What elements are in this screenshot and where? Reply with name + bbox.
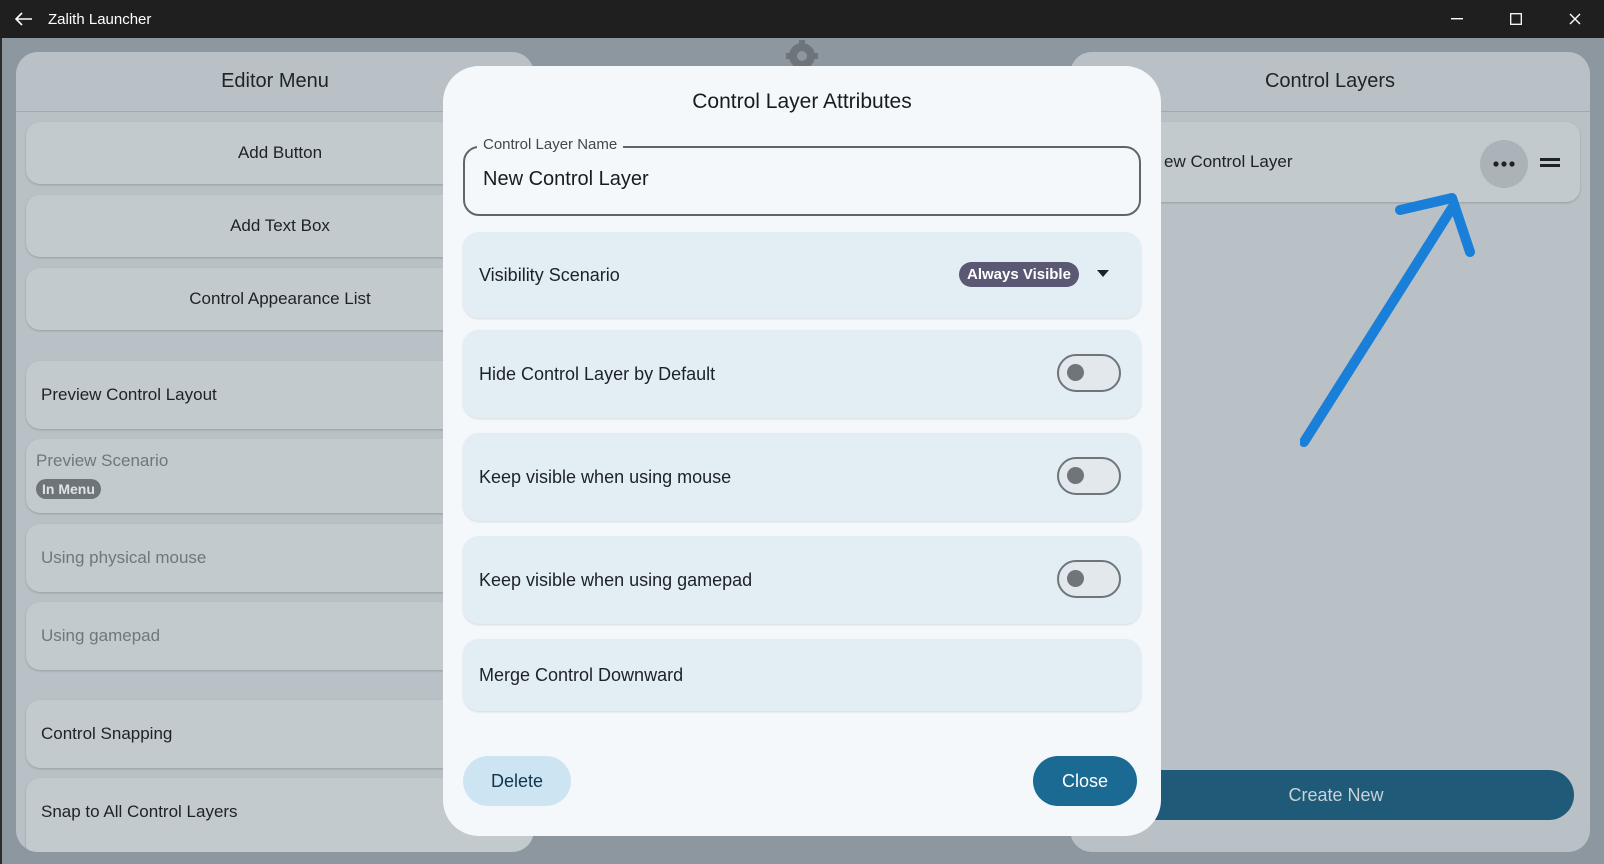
keep-visible-gamepad-label: Keep visible when using gamepad bbox=[479, 570, 753, 590]
merge-control-downward-row[interactable]: Merge Control Downward bbox=[463, 639, 1141, 711]
keep-visible-mouse-row[interactable]: Keep visible when using mouse bbox=[463, 433, 1141, 521]
add-button-label: Add Button bbox=[237, 143, 323, 162]
hide-by-default-switch[interactable] bbox=[1057, 354, 1121, 392]
control-layer-name-label: Control Layer Name bbox=[477, 136, 624, 153]
maximize-icon[interactable] bbox=[1486, 0, 1545, 38]
switch-knob bbox=[1067, 570, 1084, 587]
keep-visible-gamepad-switch[interactable] bbox=[1057, 560, 1121, 598]
snap-to-all-layers-label: Snap to All Control Layers bbox=[41, 802, 238, 821]
window-edge bbox=[0, 38, 2, 864]
hide-by-default-label: Hide Control Layer by Default bbox=[479, 364, 716, 384]
keep-visible-mouse-label: Keep visible when using mouse bbox=[479, 467, 732, 487]
switch-knob bbox=[1067, 467, 1084, 484]
control-layer-label: ew Control Layer bbox=[1164, 152, 1293, 171]
chevron-down-icon[interactable] bbox=[1097, 270, 1109, 277]
keep-visible-gamepad-row[interactable]: Keep visible when using gamepad bbox=[463, 536, 1141, 624]
preview-scenario-label: Preview Scenario bbox=[36, 451, 169, 470]
merge-control-downward-label: Merge Control Downward bbox=[479, 665, 684, 685]
create-new-label: Create New bbox=[1288, 784, 1384, 805]
keep-visible-mouse-switch[interactable] bbox=[1057, 457, 1121, 495]
delete-label: Delete bbox=[490, 770, 544, 791]
preview-scenario-chip: In Menu bbox=[36, 479, 101, 499]
visibility-scenario-label: Visibility Scenario bbox=[479, 265, 620, 285]
control-layer-name-field[interactable]: Control Layer Name bbox=[463, 136, 1141, 216]
drag-handle-icon[interactable] bbox=[1540, 156, 1560, 168]
control-snapping-label: Control Snapping bbox=[41, 724, 173, 743]
switch-knob bbox=[1067, 364, 1084, 381]
close-icon[interactable] bbox=[1545, 0, 1604, 38]
preview-control-layout-label: Preview Control Layout bbox=[41, 385, 217, 404]
visibility-scenario-chip: Always Visible bbox=[959, 262, 1079, 287]
using-physical-mouse-label: Using physical mouse bbox=[41, 548, 207, 567]
control-layer-name-input[interactable] bbox=[483, 168, 1083, 191]
visibility-scenario-row[interactable]: Visibility Scenario Always Visible bbox=[463, 232, 1141, 318]
control-appearance-list-label: Control Appearance List bbox=[189, 289, 371, 308]
close-label: Close bbox=[1061, 770, 1109, 791]
window-title: Zalith Launcher bbox=[48, 10, 152, 28]
dialog-title: Control Layer Attributes bbox=[692, 90, 912, 113]
create-new-button[interactable]: Create New bbox=[1098, 770, 1574, 820]
hide-by-default-row[interactable]: Hide Control Layer by Default bbox=[463, 330, 1141, 418]
using-gamepad-label: Using gamepad bbox=[41, 626, 161, 645]
back-arrow-icon[interactable] bbox=[0, 0, 48, 38]
close-button[interactable]: Close bbox=[1033, 756, 1137, 806]
control-layer-attributes-dialog: Control Layer Attributes Control Layer N… bbox=[443, 66, 1161, 836]
minimize-icon[interactable] bbox=[1427, 0, 1486, 38]
add-text-box-label: Add Text Box bbox=[230, 216, 330, 235]
title-bar: Zalith Launcher bbox=[0, 0, 1604, 38]
annotation-arrow-icon bbox=[1300, 193, 1475, 447]
delete-button[interactable]: Delete bbox=[463, 756, 571, 806]
